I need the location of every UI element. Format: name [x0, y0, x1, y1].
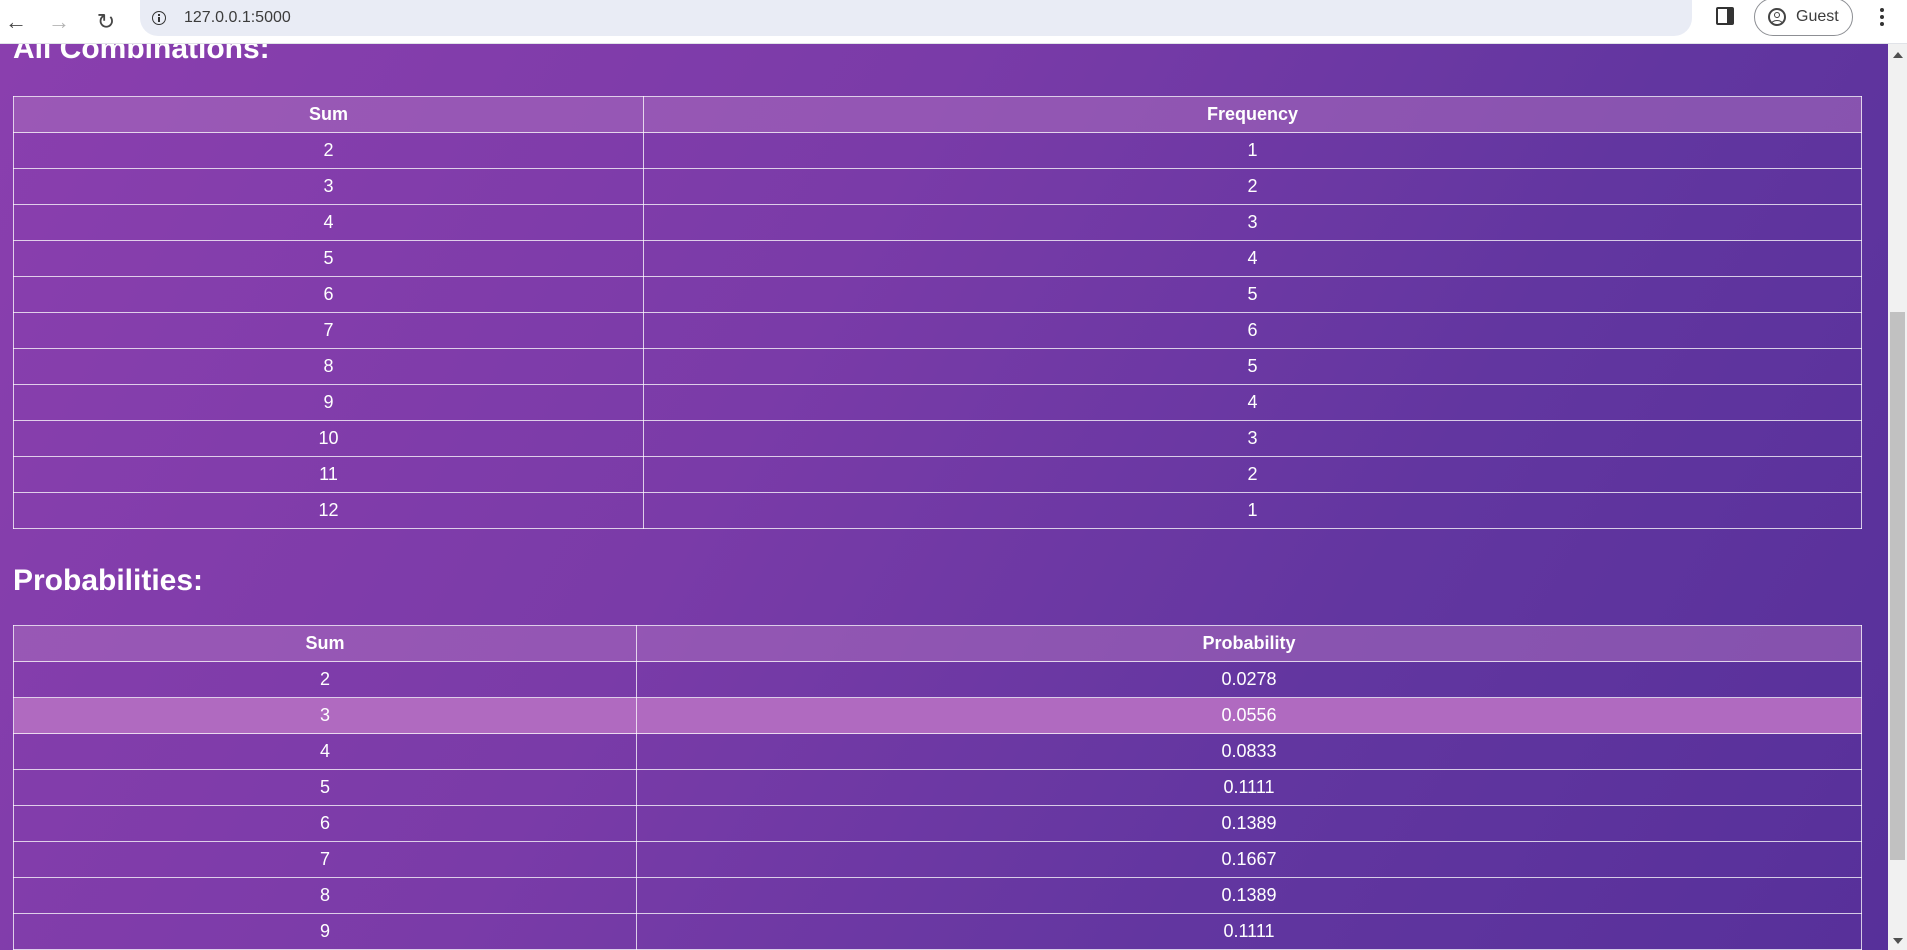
reload-icon[interactable]: ↻: [90, 6, 122, 38]
more-options-icon[interactable]: [1872, 5, 1892, 29]
cell-sum: 8: [13, 348, 644, 385]
forward-arrow-icon[interactable]: →: [43, 6, 75, 38]
cell-frequency: 3: [643, 420, 1862, 457]
back-arrow-icon[interactable]: ←: [0, 6, 32, 38]
cell-probability: 0.1389: [636, 805, 1862, 842]
table-header-row: Sum Frequency: [13, 96, 1862, 133]
account-circle-icon: [1768, 8, 1786, 26]
cell-sum: 6: [13, 276, 644, 313]
cell-probability: 0.0278: [636, 661, 1862, 698]
table-row: 2 0.0278: [13, 661, 1862, 698]
browser-toolbar: ← → ↻ 127.0.0.1:5000 Guest: [0, 0, 1907, 44]
table-row: 32: [13, 168, 1862, 205]
table-row: 4 0.0833: [13, 733, 1862, 770]
table-row: 10 3: [13, 420, 1862, 457]
column-header-frequency: Frequency: [643, 96, 1862, 133]
cell-sum: 11: [13, 456, 644, 493]
cell-sum: 6: [13, 805, 637, 842]
combinations-heading: All Combinations:: [13, 44, 270, 65]
cell-sum: 2: [13, 661, 637, 698]
address-bar[interactable]: 127.0.0.1:5000: [140, 0, 1692, 36]
cell-sum: 7: [13, 312, 644, 349]
probabilities-table: Sum Probability 2 0.0278 3 0.0556 4 0.0833 5 0.…: [13, 625, 1862, 950]
cell-sum: 10: [13, 420, 644, 457]
cell-frequency: 5: [643, 276, 1862, 313]
cell-probability: 0.1111: [636, 769, 1862, 806]
table-row: 9 0.1111: [13, 913, 1862, 950]
table-row: 76: [13, 312, 1862, 349]
table-row: 7 0.1667: [13, 841, 1862, 878]
table-row: 85: [13, 348, 1862, 385]
table-header-row: Sum Probability: [13, 625, 1862, 662]
cell-frequency: 1: [643, 492, 1862, 529]
vertical-scrollbar[interactable]: [1888, 44, 1907, 950]
cell-probability: 0.1667: [636, 841, 1862, 878]
cell-sum: 3: [13, 168, 644, 205]
cell-probability: 0.1111: [636, 913, 1862, 950]
cell-sum: 4: [13, 204, 644, 241]
scroll-up-arrow-icon[interactable]: [1893, 52, 1903, 58]
profile-label: Guest: [1796, 8, 1839, 25]
cell-frequency: 1: [643, 132, 1862, 169]
table-row: 3 0.0556: [13, 697, 1862, 734]
page-viewport: All Combinations: Sum Frequency 21324354…: [0, 44, 1888, 950]
cell-sum: 3: [13, 697, 637, 734]
scrollbar-thumb[interactable]: [1890, 312, 1905, 860]
cell-sum: 2: [13, 132, 644, 169]
probabilities-heading: Probabilities:: [13, 564, 204, 597]
cell-sum: 7: [13, 841, 637, 878]
column-header-sum: Sum: [13, 96, 644, 133]
cell-frequency: 6: [643, 312, 1862, 349]
table-row: 6 0.1389: [13, 805, 1862, 842]
table-row: 94: [13, 384, 1862, 421]
cell-sum: 4: [13, 733, 637, 770]
table-row: 5 0.1111: [13, 769, 1862, 806]
table-row: 65: [13, 276, 1862, 313]
cell-frequency: 4: [643, 384, 1862, 421]
cell-sum: 9: [13, 384, 644, 421]
site-info-icon[interactable]: [152, 11, 166, 25]
column-header-sum: Sum: [13, 625, 637, 662]
cell-probability: 0.1389: [636, 877, 1862, 914]
table-row: 43: [13, 204, 1862, 241]
table-row: 11 2: [13, 456, 1862, 493]
cell-frequency: 2: [643, 456, 1862, 493]
combinations-table: Sum Frequency 2 1 3 2 4 3 5 4 6 5 7 6 8 5 9 4 10 3 11 2 12 1: [13, 96, 1862, 529]
table-row: 54: [13, 240, 1862, 277]
cell-sum: 8: [13, 877, 637, 914]
cell-sum: 9: [13, 913, 637, 950]
cell-frequency: 4: [643, 240, 1862, 277]
cell-probability: 0.0556: [636, 697, 1862, 734]
cell-frequency: 3: [643, 204, 1862, 241]
cell-frequency: 2: [643, 168, 1862, 205]
scroll-down-arrow-icon[interactable]: [1893, 938, 1903, 944]
table-row: 21: [13, 132, 1862, 169]
table-row: 12 1: [13, 492, 1862, 529]
column-header-probability: Probability: [636, 625, 1862, 662]
profile-button[interactable]: Guest: [1754, 0, 1853, 36]
cell-sum: 5: [13, 240, 644, 277]
cell-frequency: 5: [643, 348, 1862, 385]
cell-sum: 12: [13, 492, 644, 529]
table-row: 8 0.1389: [13, 877, 1862, 914]
cell-probability: 0.0833: [636, 733, 1862, 770]
url-text[interactable]: 127.0.0.1:5000: [184, 9, 291, 27]
side-panel-icon[interactable]: [1716, 7, 1734, 25]
cell-sum: 5: [13, 769, 637, 806]
